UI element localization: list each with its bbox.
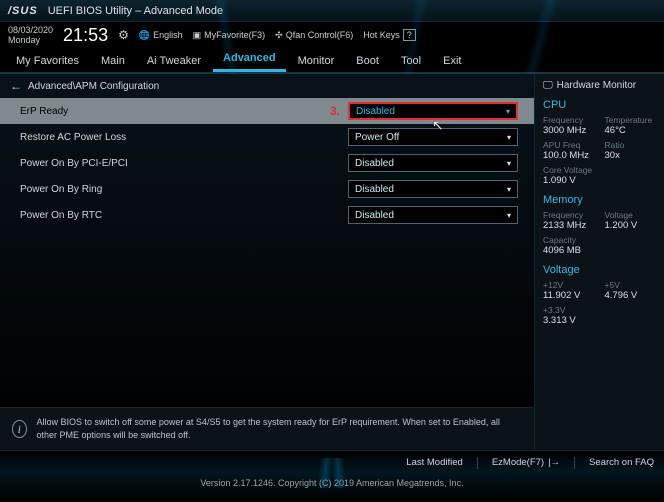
tab-my-favorites[interactable]: My Favorites: [6, 49, 89, 72]
setting-row[interactable]: Power On By PCI-E/PCI Disabled ▾: [0, 150, 534, 176]
info-icon: i: [12, 420, 27, 438]
app-title: UEFI BIOS Utility – Advanced Mode: [48, 5, 223, 17]
breadcrumb-text: Advanced\APM Configuration: [28, 81, 159, 92]
help-hint: i Allow BIOS to switch off some power at…: [0, 407, 534, 450]
fan-icon: ✣: [275, 30, 283, 41]
back-arrow-icon[interactable]: ←: [10, 79, 22, 93]
breadcrumb: ← Advanced\APM Configuration: [0, 74, 534, 98]
clock-text: 21:53: [63, 25, 108, 46]
tab-monitor[interactable]: Monitor: [288, 49, 345, 72]
star-box-icon: ▣: [193, 30, 202, 41]
title-bar: /SUS UEFI BIOS Utility – Advanced Mode: [0, 0, 664, 22]
dropdown-value: Power Off: [355, 132, 399, 143]
setting-dropdown[interactable]: Disabled ▾: [348, 206, 518, 224]
setting-dropdown[interactable]: Power Off ▾: [348, 128, 518, 146]
setting-dropdown[interactable]: 3.Disabled▾: [348, 102, 518, 120]
chevron-down-icon: ▾: [507, 185, 511, 194]
setting-row[interactable]: Power On By Ring Disabled ▾: [0, 176, 534, 202]
setting-dropdown[interactable]: Disabled ▾: [348, 180, 518, 198]
chevron-down-icon: ▾: [507, 133, 511, 142]
qfan-button[interactable]: ✣ Qfan Control(F6): [275, 30, 353, 41]
setting-label: Restore AC Power Loss: [20, 132, 348, 143]
main-tabs: My Favorites Main Ai Tweaker Advanced Mo…: [0, 48, 664, 74]
question-icon: ?: [403, 29, 416, 41]
globe-icon: 🌐: [139, 30, 150, 41]
day-text: Monday: [8, 35, 53, 45]
info-bar: 08/03/2020 Monday 21:53 ⚙ 🌐 English ▣ My…: [0, 22, 664, 48]
last-modified-button[interactable]: Last Modified: [406, 457, 463, 468]
settings-pane: ← Advanced\APM Configuration ErP Ready3.…: [0, 74, 534, 450]
tab-boot[interactable]: Boot: [346, 49, 389, 72]
tab-exit[interactable]: Exit: [433, 49, 471, 72]
cpu-heading: CPU: [543, 99, 656, 111]
setting-label: Power On By PCI-E/PCI: [20, 158, 348, 169]
memory-heading: Memory: [543, 194, 656, 206]
myfavorite-button[interactable]: ▣ MyFavorite(F3): [193, 30, 266, 41]
brand-logo: /SUS: [8, 5, 38, 17]
tab-tool[interactable]: Tool: [391, 49, 431, 72]
copyright-text: Version 2.17.1246. Copyright (C) 2019 Am…: [0, 474, 664, 502]
chevron-down-icon: ▾: [506, 107, 510, 116]
setting-row[interactable]: Restore AC Power Loss Power Off ▾: [0, 124, 534, 150]
exit-icon: |→: [548, 457, 560, 468]
gear-icon[interactable]: ⚙: [118, 28, 129, 42]
voltage-heading: Voltage: [543, 264, 656, 276]
setting-row[interactable]: Power On By RTC Disabled ▾: [0, 202, 534, 228]
chevron-down-icon: ▾: [507, 159, 511, 168]
setting-label: ErP Ready: [20, 106, 348, 117]
ezmode-button[interactable]: EzMode(F7) |→: [492, 457, 560, 468]
tab-ai-tweaker[interactable]: Ai Tweaker: [137, 49, 211, 72]
search-faq-button[interactable]: Search on FAQ: [589, 457, 654, 468]
hw-title: Hardware Monitor: [557, 80, 636, 91]
footer-bar: Last Modified EzMode(F7) |→ Search on FA…: [0, 450, 664, 474]
hardware-monitor-pane: 🖵 Hardware Monitor CPU Frequency3000 MHz…: [534, 74, 664, 450]
hint-text: Allow BIOS to switch off some power at S…: [37, 416, 522, 442]
tab-advanced[interactable]: Advanced: [213, 46, 286, 72]
dropdown-value: Disabled: [355, 158, 394, 169]
tab-main[interactable]: Main: [91, 49, 135, 72]
setting-label: Power On By Ring: [20, 184, 348, 195]
hotkeys-button[interactable]: Hot Keys ?: [363, 29, 416, 41]
dropdown-value: Disabled: [355, 184, 394, 195]
dropdown-value: Disabled: [356, 106, 395, 117]
date-text: 08/03/2020: [8, 25, 53, 35]
monitor-icon: 🖵: [543, 80, 553, 91]
chevron-down-icon: ▾: [507, 211, 511, 220]
dropdown-value: Disabled: [355, 210, 394, 221]
setting-label: Power On By RTC: [20, 210, 348, 221]
setting-dropdown[interactable]: Disabled ▾: [348, 154, 518, 172]
annotation-marker: 3.: [330, 104, 340, 118]
language-button[interactable]: 🌐 English: [139, 30, 183, 41]
setting-row[interactable]: ErP Ready3. Disabled ▾: [0, 98, 534, 124]
